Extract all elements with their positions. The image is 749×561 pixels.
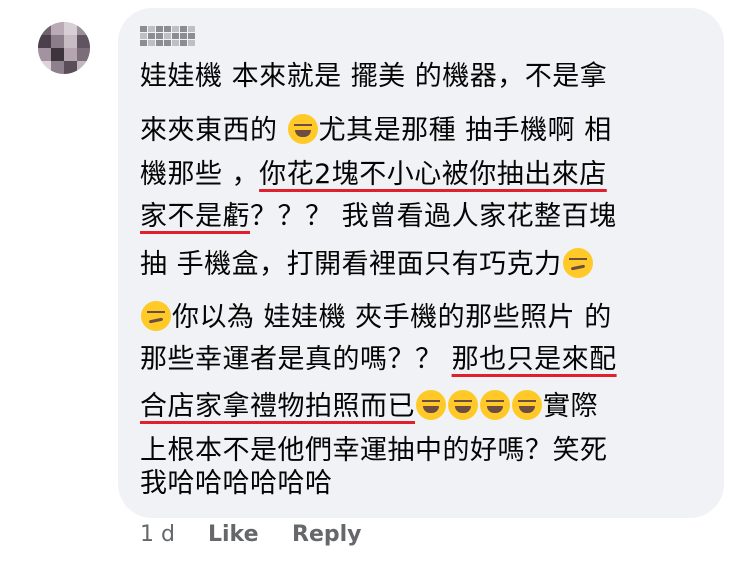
like-button[interactable]: Like [208,522,259,547]
underlined-text: 家不是虧 [140,201,250,232]
comment-line-10: 我哈哈哈哈哈哈 [140,468,333,499]
underlined-text: 你花2塊不小心被你抽出來店 [259,159,607,190]
comment-line-9: 上根本不是他們幸運抽中的好嗎？笑死 [140,435,608,466]
comment-line-4: 家不是虧？？？ 我曾看過人家花整百塊 [140,201,617,232]
comment-line-7: 那些幸運者是真的嗎？？ 那也只是來配 [140,344,617,375]
comment-line-8: 合店家拿禮物拍照而已 實際 [140,390,598,422]
underlined-text: 合店家拿禮物拍照而已 [140,391,415,422]
underlined-text: 那也只是來配 [451,344,617,375]
comment-line-2: 來夾東西的 尤其是那種 抽手機啊 相 [140,114,612,146]
rofl-emoji-icon [480,390,510,420]
smirk-emoji-icon [562,248,593,278]
timestamp[interactable]: 1 d [140,522,175,547]
reply-button[interactable]: Reply [292,522,362,547]
comment-line-1: 娃娃機 本來就是 擺美 的機器，不是拿 [140,61,608,92]
rofl-emoji-icon [287,114,318,144]
rofl-emoji-icon [512,390,542,420]
comment-line-5: 抽 手機盒，打開看裡面只有巧克力 [140,248,594,281]
rofl-emoji-icon [448,390,478,420]
comment-line-6: 你以為 娃娃機 夾手機的那些照片 的 [140,301,612,334]
smirk-emoji-icon [141,301,171,331]
avatar[interactable] [38,22,90,74]
rofl-emoji-icon [416,390,446,420]
comment-line-3: 機那些 ，你花2塊不小心被你抽出來店 [140,159,607,190]
author-name-blurred[interactable] [140,26,195,46]
